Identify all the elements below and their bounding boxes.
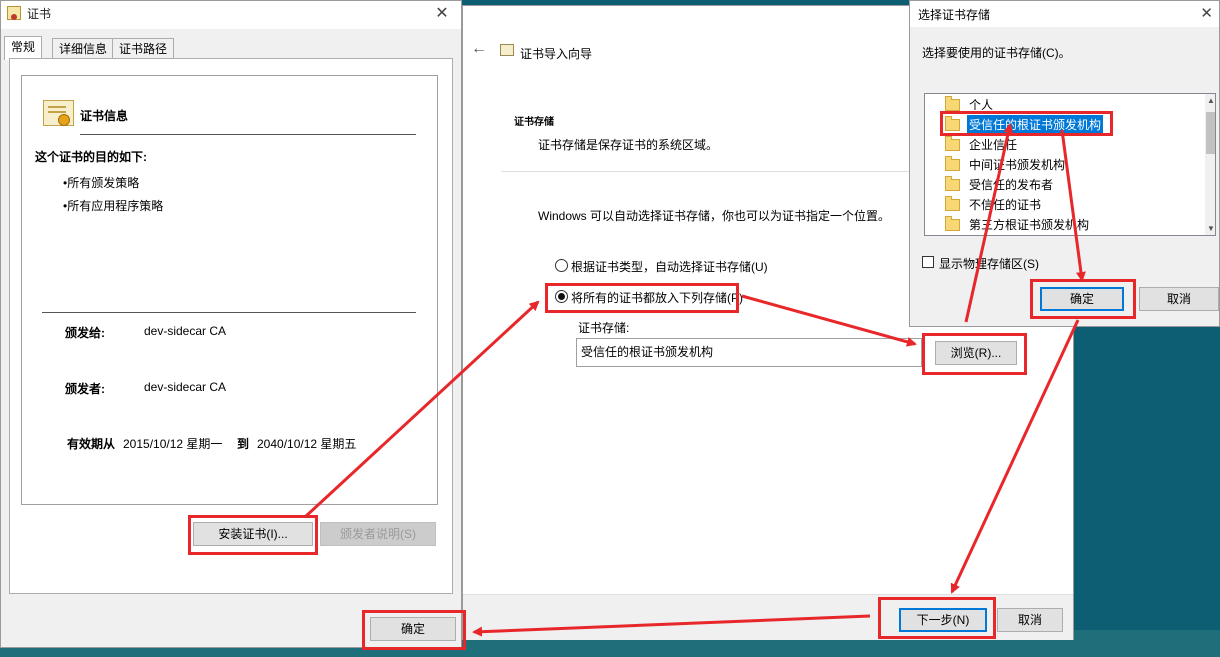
scroll-thumb[interactable] (1206, 112, 1215, 154)
annotation-box-next (878, 597, 996, 639)
option-auto-label: 根据证书类型，自动选择证书存储(U) (571, 260, 768, 274)
close-icon[interactable]: ✕ (433, 3, 451, 23)
valid-from: 2015/10/12 星期一 (123, 437, 223, 451)
tab-details[interactable]: 详细信息 (52, 38, 115, 59)
issuer-statement-button[interactable]: 颁发者说明(S) (320, 522, 436, 546)
to-label: 到 (237, 437, 250, 451)
wizard-certificate-icon (500, 44, 514, 56)
certificate-icon (43, 100, 74, 126)
close-icon[interactable]: ✕ (1200, 4, 1213, 22)
annotation-box-trusted-root (940, 111, 1113, 136)
section-description: 证书存储是保存证书的系统区域。 (538, 138, 719, 152)
purpose-item: •所有应用程序策略 (63, 199, 164, 213)
store-cancel-button[interactable]: 取消 (1139, 287, 1219, 311)
certificate-icon (7, 6, 21, 20)
purpose-heading: 这个证书的目的如下: (35, 150, 147, 164)
cert-info-title: 证书信息 (80, 109, 129, 123)
cert-dialog-titlebar: 证书 ✕ (1, 1, 461, 29)
back-arrow-icon[interactable]: ← (471, 40, 487, 58)
tab-general[interactable]: 常规 (4, 36, 43, 60)
folder-icon (945, 196, 960, 211)
show-physical-checkbox[interactable] (922, 256, 934, 268)
divider (42, 312, 416, 313)
issued-by-value: dev-sidecar CA (144, 380, 227, 394)
folder-icon (945, 216, 960, 231)
store-label: 证书存储: (578, 321, 630, 335)
annotation-box-manual-option (545, 283, 739, 313)
annotation-box-install (188, 515, 318, 555)
wizard-intro: Windows 可以自动选择证书存储，你也可以为证书指定一个位置。 (538, 209, 891, 223)
section-title: 证书存储 (514, 117, 554, 128)
validity-label: 有效期从 (67, 437, 116, 451)
store-dialog-title: 选择证书存储 (918, 8, 991, 22)
scroll-down-icon[interactable]: ▼ (1207, 224, 1215, 233)
issued-to-value: dev-sidecar CA (144, 324, 227, 338)
store-field[interactable]: 受信任的根证书颁发机构 (576, 338, 922, 367)
store-prompt: 选择要使用的证书存储(C)。 (922, 46, 1071, 60)
valid-to: 2040/10/12 星期五 (257, 437, 357, 451)
issued-to-label: 颁发给: (65, 326, 105, 340)
scroll-up-icon[interactable]: ▲ (1207, 96, 1215, 105)
folder-icon (945, 176, 960, 191)
cert-dialog-title: 证书 (27, 7, 52, 21)
annotation-box-store-ok (1030, 279, 1136, 319)
wizard-title: 证书导入向导 (520, 47, 593, 61)
annotation-box-browse (922, 333, 1027, 375)
wizard-cancel-button[interactable]: 取消 (997, 608, 1063, 632)
tab-cert-path[interactable]: 证书路径 (112, 38, 175, 59)
annotation-box-cert-ok (362, 610, 466, 650)
issued-by-label: 颁发者: (65, 382, 105, 396)
folder-icon (945, 156, 960, 171)
folder-icon (945, 96, 960, 111)
folder-icon (945, 136, 960, 151)
divider (80, 134, 416, 135)
purpose-item: •所有颁发策略 (63, 176, 140, 190)
show-physical-label: 显示物理存储区(S) (939, 257, 1039, 271)
radio-auto-store[interactable] (555, 259, 568, 272)
